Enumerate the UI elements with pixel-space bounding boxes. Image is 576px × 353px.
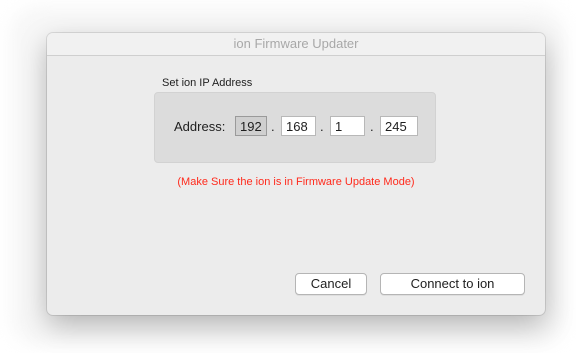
ip-separator: . (320, 119, 324, 134)
ip-octet-3-input[interactable] (330, 116, 365, 136)
firmware-mode-warning: (Make Sure the ion is in Firmware Update… (177, 176, 415, 188)
window-title: ion Firmware Updater (47, 33, 545, 56)
ip-octet-1-input[interactable] (235, 116, 267, 136)
ip-separator: . (271, 119, 275, 134)
ip-octet-2-input[interactable] (281, 116, 316, 136)
address-label: Address: (174, 119, 226, 134)
firmware-updater-window: ion Firmware Updater Set ion IP Address … (47, 33, 545, 315)
ip-separator: . (370, 119, 374, 134)
ip-section-label: Set ion IP Address (162, 77, 253, 89)
connect-button[interactable]: Connect to ion (380, 273, 525, 295)
ip-octet-4-input[interactable] (380, 116, 418, 136)
cancel-button[interactable]: Cancel (295, 273, 367, 295)
